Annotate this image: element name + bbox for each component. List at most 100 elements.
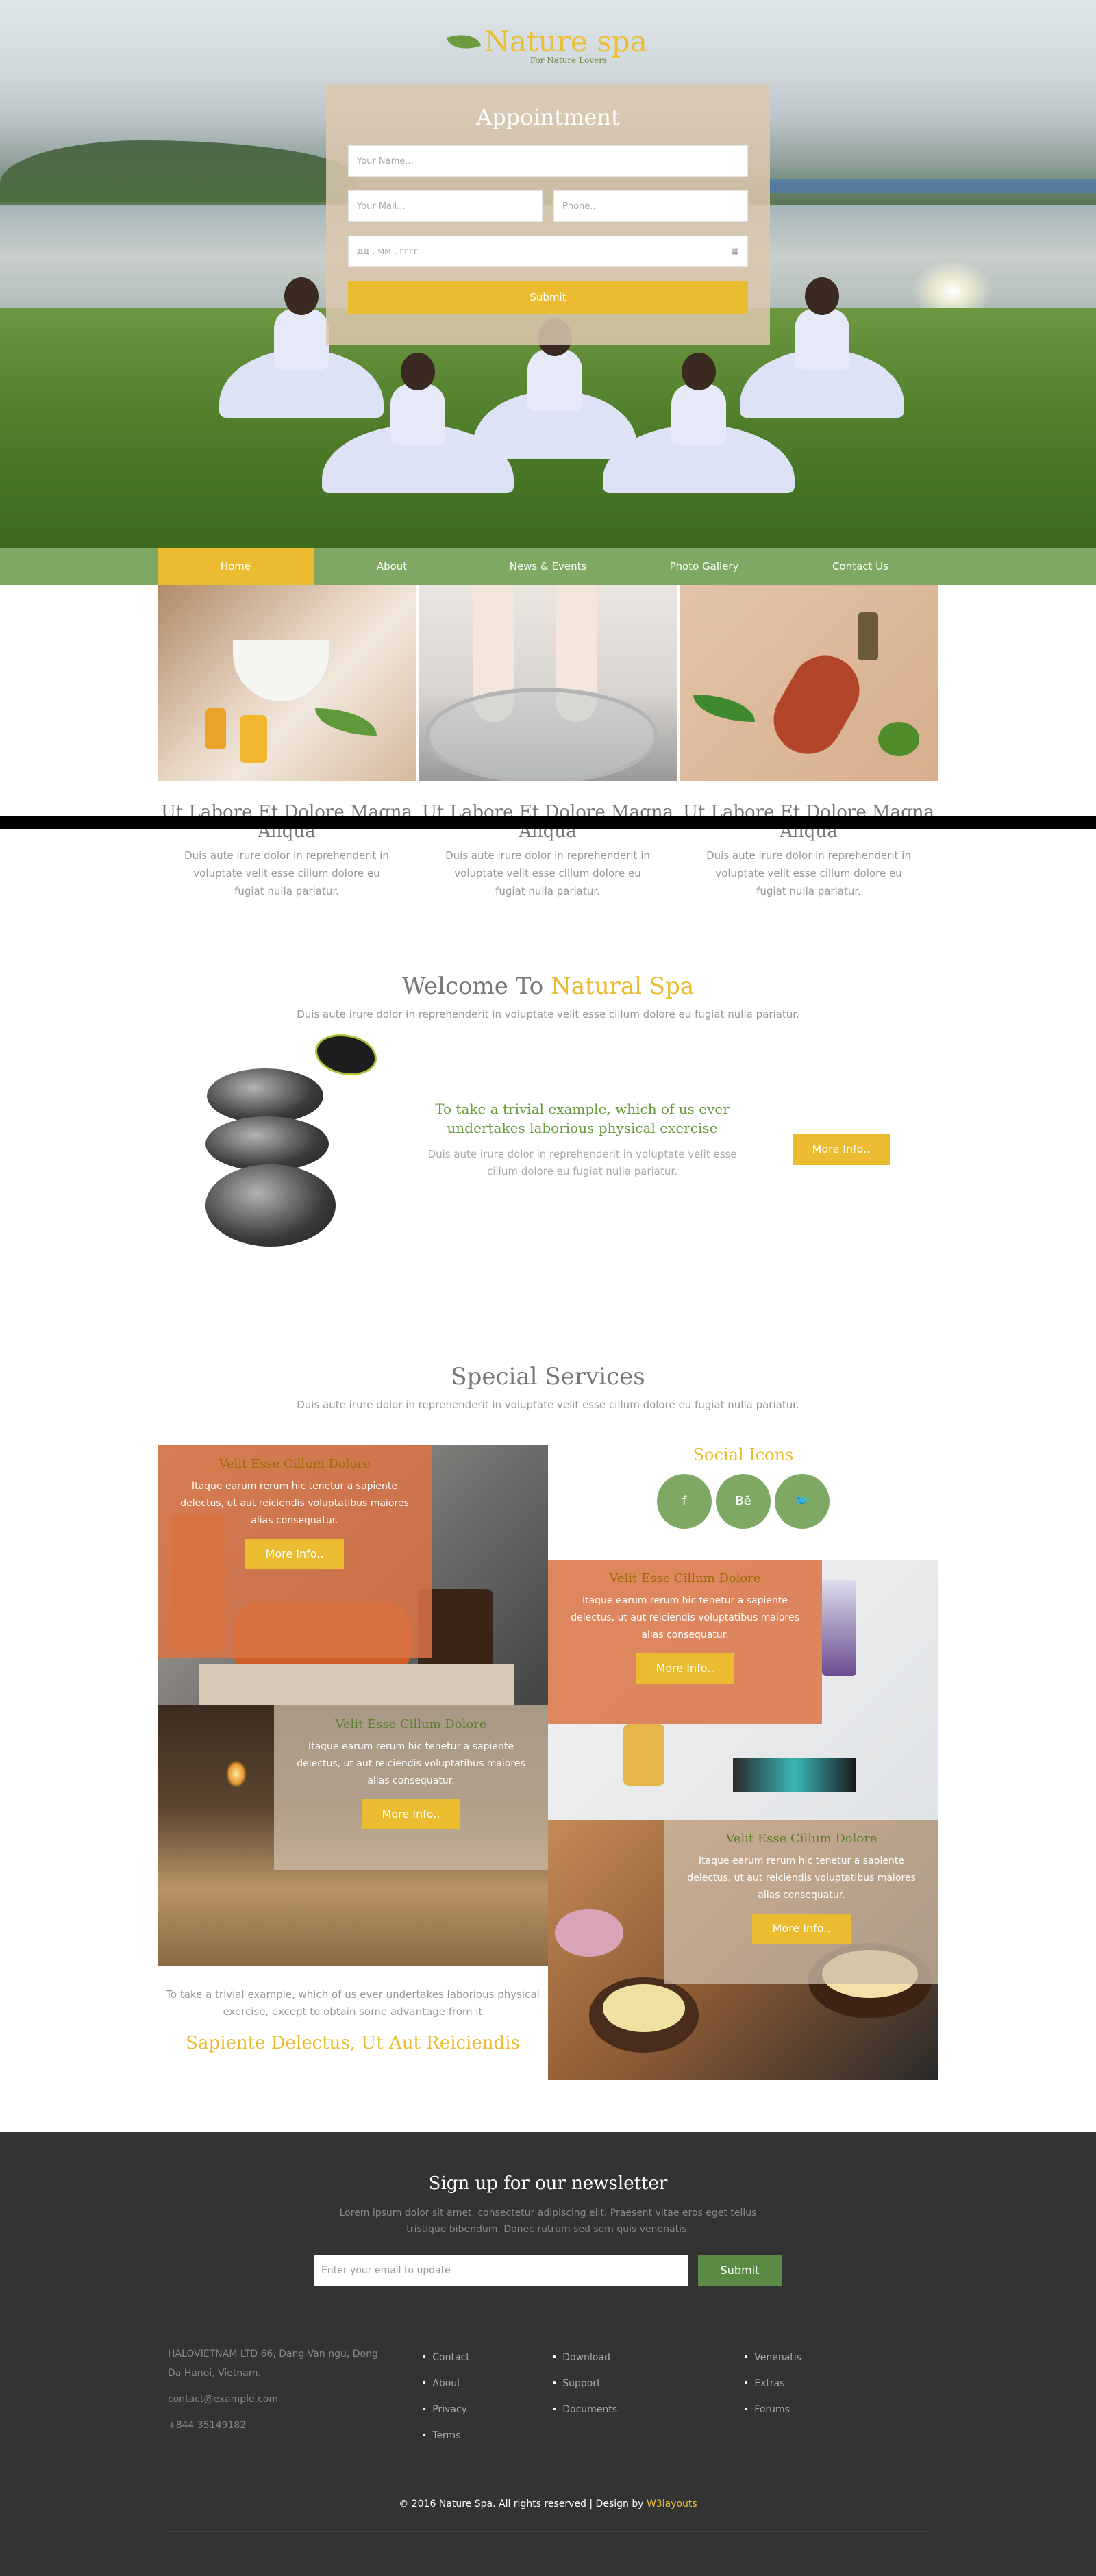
leaf-icon	[446, 27, 482, 56]
appointment-form: Appointment Your Name... Your Mail... Ph…	[326, 84, 770, 345]
welcome-title-highlight: Natural Spa	[551, 973, 695, 1000]
site-logo[interactable]: Nature spa For Nature Lovers	[0, 25, 1096, 65]
footer-phone: +844 35149182	[168, 2420, 247, 2431]
footer-links-col-3: Venenatis Extras Forums	[743, 2344, 801, 2423]
meditating-child	[603, 353, 795, 493]
welcome-section: Welcome To Natural Spa Duis aute irure d…	[0, 973, 1096, 1021]
welcome-title-prefix: Welcome To	[401, 973, 551, 1000]
footer-link-extras[interactable]: Extras	[743, 2371, 801, 2397]
footer-link-forums[interactable]: Forums	[743, 2397, 801, 2423]
footer-link-documents[interactable]: Documents	[551, 2397, 617, 2423]
feature-image-footbath	[419, 585, 677, 781]
brand-name: Nature spa	[484, 25, 647, 58]
service-title: Velit Esse Cillum Dolore	[725, 1831, 877, 1846]
name-input[interactable]: Your Name...	[348, 145, 748, 177]
service-text: Itaque earum rerum hic tenetur a sapient…	[571, 1595, 799, 1640]
service-card-candle: Velit Esse Cillum Dolore Itaque earum re…	[158, 1705, 548, 1966]
service-title: Velit Esse Cillum Dolore	[219, 1457, 371, 1471]
footer-address: HALOVIETNAM LTD 66, Dang Van ngu, Dong D…	[168, 2349, 378, 2379]
tree-line	[0, 140, 356, 202]
feature-row: Ut Labore Et Dolore Magna Aliqua Duis au…	[158, 585, 938, 900]
newsletter-submit-button[interactable]: Submit	[698, 2255, 782, 2286]
special-subtitle: Duis aute irure dolor in reprehenderit i…	[297, 1399, 799, 1411]
date-input[interactable]: дд . мм . гггг ▦	[348, 236, 748, 267]
special-services-header: Special Services Duis aute irure dolor i…	[0, 1363, 1096, 1411]
footer-columns: HALOVIETNAM LTD 66, Dang Van ngu, Dong D…	[168, 2344, 928, 2454]
special-bottom-text: To take a trivial example, which of us e…	[158, 1986, 548, 2053]
feature-card: Ut Labore Et Dolore Magna Aliqua Duis au…	[158, 585, 416, 900]
newsletter-title: Sign up for our newsletter	[428, 2173, 668, 2194]
appointment-title: Appointment	[476, 104, 620, 130]
twitter-icon[interactable]: 🐦	[775, 1474, 830, 1529]
welcome-subtitle: Duis aute irure dolor in reprehenderit i…	[297, 1008, 799, 1021]
behance-icon[interactable]: Bē	[716, 1474, 771, 1529]
service-more-info-button[interactable]: More Info..	[752, 1914, 851, 1944]
copyright-text: © 2016 Nature Spa. All rights reserved |…	[399, 2499, 647, 2510]
special-title: Special Services	[451, 1363, 645, 1390]
service-card-towels: Velit Esse Cillum Dolore Itaque earum re…	[158, 1445, 548, 1705]
footer-link-support[interactable]: Support	[551, 2371, 617, 2397]
newsletter-email-input[interactable]: Enter your email to update	[314, 2255, 688, 2286]
nav-home[interactable]: Home	[158, 548, 314, 585]
feature-text: Duis aute irure dolor in reprehenderit i…	[706, 849, 911, 897]
phone-input[interactable]: Phone...	[553, 190, 748, 222]
date-placeholder: дд . мм . гггг	[357, 247, 419, 257]
service-text: Itaque earum rerum hic tenetur a sapient…	[687, 1855, 916, 1901]
special-bottom-paragraph: To take a trivial example, which of us e…	[166, 1988, 540, 2018]
nav-photo-gallery[interactable]: Photo Gallery	[626, 548, 782, 585]
calendar-icon[interactable]: ▦	[731, 236, 739, 266]
welcome-more-info-button[interactable]: More Info..	[793, 1134, 890, 1165]
service-title: Velit Esse Cillum Dolore	[335, 1717, 487, 1731]
feature-card: Ut Labore Et Dolore Magna Aliqua Duis au…	[419, 585, 677, 900]
service-text: Itaque earum rerum hic tenetur a sapient…	[180, 1481, 409, 1526]
service-card-perfume: Velit Esse Cillum Dolore Itaque earum re…	[548, 1560, 938, 1820]
footer-contact-col: HALOVIETNAM LTD 66, Dang Van ngu, Dong D…	[168, 2344, 387, 2435]
hero-banner: Nature spa For Nature Lovers Appointment…	[0, 0, 1096, 548]
service-more-info-button[interactable]: More Info..	[245, 1539, 344, 1569]
stacked-stones-image	[206, 1027, 397, 1253]
welcome-content: To take a trivial example, which of us e…	[418, 1099, 747, 1180]
service-more-info-button[interactable]: More Info..	[636, 1653, 734, 1684]
footer-link-about[interactable]: About	[421, 2371, 470, 2397]
social-title: Social Icons	[693, 1445, 794, 1464]
far-shore	[767, 179, 1096, 193]
feature-text: Duis aute irure dolor in reprehenderit i…	[184, 849, 389, 897]
nav-contact-us[interactable]: Contact Us	[782, 548, 938, 585]
footer-links-col-1: Contact About Privacy Terms	[421, 2344, 470, 2449]
butterfly-icon	[315, 1034, 377, 1075]
service-card-creams: Velit Esse Cillum Dolore Itaque earum re…	[548, 1820, 938, 2080]
footer-divider	[168, 2531, 928, 2532]
newsletter-block: Sign up for our newsletter Lorem ipsum d…	[0, 2173, 1096, 2286]
welcome-title: Welcome To Natural Spa	[0, 973, 1096, 1000]
main-navigation: Home About News & Events Photo Gallery C…	[0, 548, 1096, 585]
mail-input[interactable]: Your Mail...	[348, 190, 543, 222]
feature-image-oils	[158, 585, 416, 781]
footer-link-terms[interactable]: Terms	[421, 2423, 470, 2449]
nav-news-events[interactable]: News & Events	[470, 548, 626, 585]
brand-tagline: For Nature Lovers	[530, 55, 608, 65]
welcome-heading: To take a trivial example, which of us e…	[435, 1101, 730, 1136]
footer-link-privacy[interactable]: Privacy	[421, 2397, 470, 2423]
nav-about[interactable]: About	[314, 548, 470, 585]
service-more-info-button[interactable]: More Info..	[362, 1799, 460, 1829]
facebook-icon[interactable]: f	[657, 1474, 712, 1529]
service-text: Itaque earum rerum hic tenetur a sapient…	[297, 1741, 525, 1786]
feature-card: Ut Labore Et Dolore Magna Aliqua Duis au…	[680, 585, 938, 900]
copyright: © 2016 Nature Spa. All rights reserved |…	[0, 2499, 1096, 2510]
designer-link[interactable]: W3layouts	[647, 2499, 697, 2510]
site-footer: Sign up for our newsletter Lorem ipsum d…	[0, 2132, 1096, 2576]
newsletter-text: Lorem ipsum dolor sit amet, consectetur …	[339, 2208, 757, 2235]
footer-email[interactable]: contact@example.com	[168, 2390, 387, 2409]
feature-image-herbs	[680, 585, 938, 781]
footer-link-contact[interactable]: Contact	[421, 2344, 469, 2371]
footer-link-download[interactable]: Download	[551, 2344, 617, 2371]
social-icons-block: Social Icons f Bē 🐦	[548, 1445, 938, 1529]
service-title: Velit Esse Cillum Dolore	[609, 1571, 761, 1586]
appointment-submit-button[interactable]: Submit	[348, 281, 748, 314]
special-bottom-heading: Sapiente Delectus, Ut Aut Reiciendis	[186, 2033, 520, 2053]
footer-links-col-2: Download Support Documents	[551, 2344, 617, 2423]
footer-link-venenatis[interactable]: Venenatis	[743, 2344, 801, 2371]
welcome-text: Duis aute irure dolor in reprehenderit i…	[427, 1148, 737, 1177]
divider-bar	[0, 816, 1096, 829]
feature-text: Duis aute irure dolor in reprehenderit i…	[445, 849, 650, 897]
